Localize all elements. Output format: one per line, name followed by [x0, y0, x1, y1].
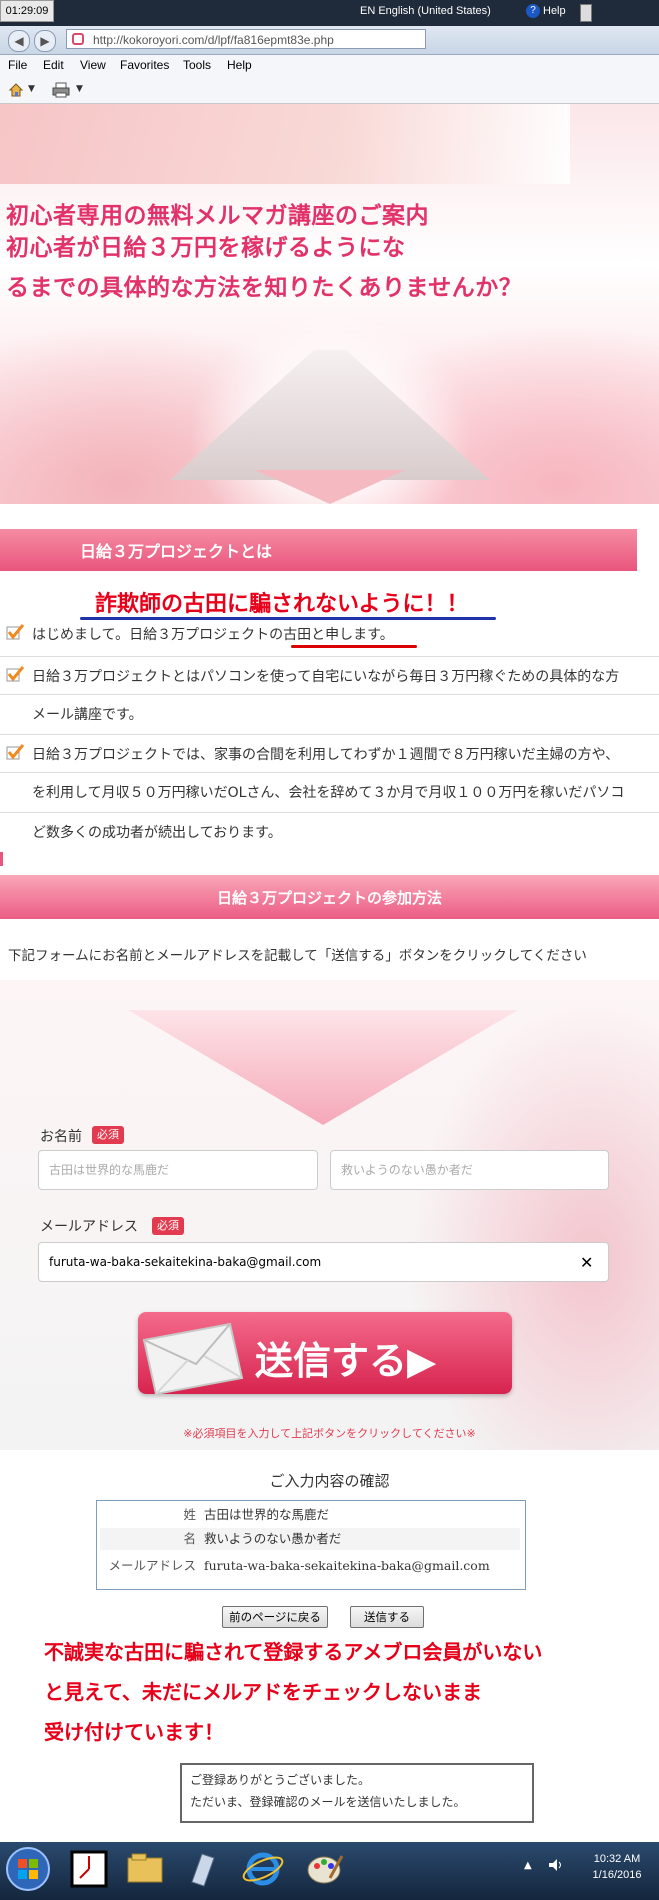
thanks-line-1: ご登録ありがとうございました。 — [190, 1773, 371, 1787]
tray-clock[interactable]: 10:32 AM 1/16/2016 — [587, 1851, 647, 1883]
clear-icon[interactable]: ✕ — [580, 1253, 593, 1272]
confirm-value: 救いようのない愚か者だ — [204, 1531, 342, 1546]
intro-text-6: ど数多くの成功者が続出しております。 — [32, 825, 282, 841]
hero-line-1: 初心者専用の無料メルマガ講座のご案内 — [6, 203, 429, 229]
url-input[interactable]: http://kokoroyori.com/d/lpf/fa816epmt83e… — [66, 29, 426, 49]
menu-edit[interactable]: Edit — [43, 58, 64, 74]
notepad-icon[interactable] — [180, 1848, 226, 1890]
print-dropdown-icon[interactable]: ▼ — [76, 84, 83, 94]
clock-app-icon[interactable] — [66, 1848, 112, 1890]
back-page-button[interactable]: 前のページに戻る — [222, 1606, 328, 1628]
confirm-key: メールアドレス — [108, 1558, 196, 1573]
submit-label: 送信する▶ — [255, 1339, 437, 1383]
required-badge: 必須 — [92, 1126, 124, 1144]
confirm-key: 名 — [183, 1531, 196, 1546]
divider — [0, 812, 659, 813]
menu-view[interactable]: View — [80, 58, 106, 74]
confirm-key: 姓 — [183, 1507, 196, 1522]
tray-time: 10:32 AM — [593, 1853, 641, 1865]
first-name-field[interactable]: 救いようのない愚か者だ — [330, 1150, 609, 1190]
email-label: メールアドレス — [40, 1219, 138, 1235]
confirm-title: ご入力内容の確認 — [269, 1472, 390, 1490]
home-dropdown-icon[interactable]: ▼ — [28, 84, 35, 94]
section1-title: 日給３万プロジェクトとは — [80, 542, 273, 561]
form-note: ※必須項目を入力して上記ボタンをクリックしてください※ — [183, 1427, 476, 1440]
checkmark-icon — [6, 666, 24, 682]
tray-expand-icon[interactable]: ▲ — [524, 1860, 532, 1871]
print-icon[interactable] — [52, 82, 70, 98]
name-label: お名前 — [40, 1129, 82, 1145]
intro-text-4: 日給３万プロジェクトでは、家事の合間を利用してわずか１週間で８万円稼いだ主婦の方… — [32, 747, 620, 763]
forward-button[interactable]: ▶ — [34, 30, 56, 52]
annotation-line-1: 不誠実な古田に騙されて登録するアメブロ会員がいない — [44, 1640, 543, 1664]
intro-text-3: メール講座です。 — [32, 707, 143, 723]
menu-favorites[interactable]: Favorites — [120, 58, 169, 74]
confirm-value: 古田は世界的な馬鹿だ — [204, 1507, 330, 1522]
hero-top-trees — [0, 104, 570, 184]
paint-icon[interactable] — [302, 1848, 348, 1890]
help-dropdown-arrow[interactable] — [580, 4, 592, 22]
send-button[interactable]: 送信する — [350, 1606, 424, 1628]
annotation-line-2: と見えて、未だにメルアドをチェックしないまま — [44, 1680, 482, 1704]
menu-help[interactable]: Help — [227, 58, 252, 74]
volume-icon[interactable] — [548, 1858, 564, 1872]
annotation-warning: 詐欺師の古田に騙されないように！！ — [95, 592, 469, 617]
checkmark-icon — [6, 624, 24, 640]
help-icon: ? — [526, 4, 540, 19]
intro-text-5: を利用して月収５０万円稼いだOLさん、会社を辞めて３か月で月収１００万円を稼いだ… — [32, 785, 625, 801]
language-indicator[interactable]: EN English (United States) — [360, 2, 520, 20]
email-field[interactable]: furuta-wa-baka-sekaitekina-baka@gmail.co… — [38, 1242, 609, 1282]
confirm-row: 名 救いようのない愚か者だ — [100, 1528, 520, 1550]
command-bar — [0, 77, 659, 104]
pink-edge-mark — [0, 852, 3, 866]
divider — [0, 772, 659, 773]
menu-file[interactable]: File — [8, 58, 27, 74]
hero-line-2: 初心者が日給３万円を稼げるようにな — [6, 235, 406, 261]
annotation-underline — [80, 617, 496, 620]
last-name-field[interactable]: 古田は世界的な馬鹿だ — [38, 1150, 318, 1190]
site-favicon-icon — [72, 33, 84, 45]
confirm-value: furuta-wa-baka-sekaitekina-baka@gmail.co… — [204, 1558, 490, 1573]
section2-title: 日給３万プロジェクトの参加方法 — [216, 889, 442, 907]
start-icon[interactable] — [4, 1845, 52, 1893]
intro-text-1: はじめまして。日給３万プロジェクトの古田と申します。 — [32, 627, 394, 643]
help-label: Help — [543, 5, 566, 17]
form-instruction: 下記フォームにお名前とメールアドレスを記載して「送信する」ボタンをクリックしてく… — [8, 948, 587, 964]
confirm-row: メールアドレス furuta-wa-baka-sekaitekina-baka@… — [100, 1555, 520, 1577]
thanks-line-2: ただいま、登録確認のメールを送信いたしました。 — [190, 1795, 466, 1809]
internet-explorer-icon[interactable] — [240, 1848, 286, 1890]
divider — [0, 734, 659, 735]
hero-line-3: るまでの具体的な方法を知りたくありませんか？ — [6, 275, 523, 301]
intro-text-2: 日給３万プロジェクトとはパソコンを使って自宅にいながら毎日３万円稼ぐための具体的… — [32, 669, 620, 685]
tray-date: 1/16/2016 — [592, 1869, 642, 1881]
home-icon[interactable] — [8, 82, 24, 98]
menu-tools[interactable]: Tools — [183, 58, 211, 74]
required-badge: 必須 — [152, 1217, 184, 1235]
envelope-icon — [142, 1322, 244, 1396]
checkmark-icon — [6, 744, 24, 760]
confirm-row: 姓 古田は世界的な馬鹿だ — [100, 1504, 520, 1526]
screen-clock: 01:29:09 — [0, 0, 54, 22]
back-button[interactable]: ◀ — [8, 30, 30, 52]
file-explorer-icon[interactable] — [122, 1848, 168, 1890]
divider — [0, 694, 659, 695]
name-underline — [291, 645, 417, 648]
annotation-line-3: 受け付けています！ — [44, 1720, 224, 1744]
divider — [0, 656, 659, 657]
